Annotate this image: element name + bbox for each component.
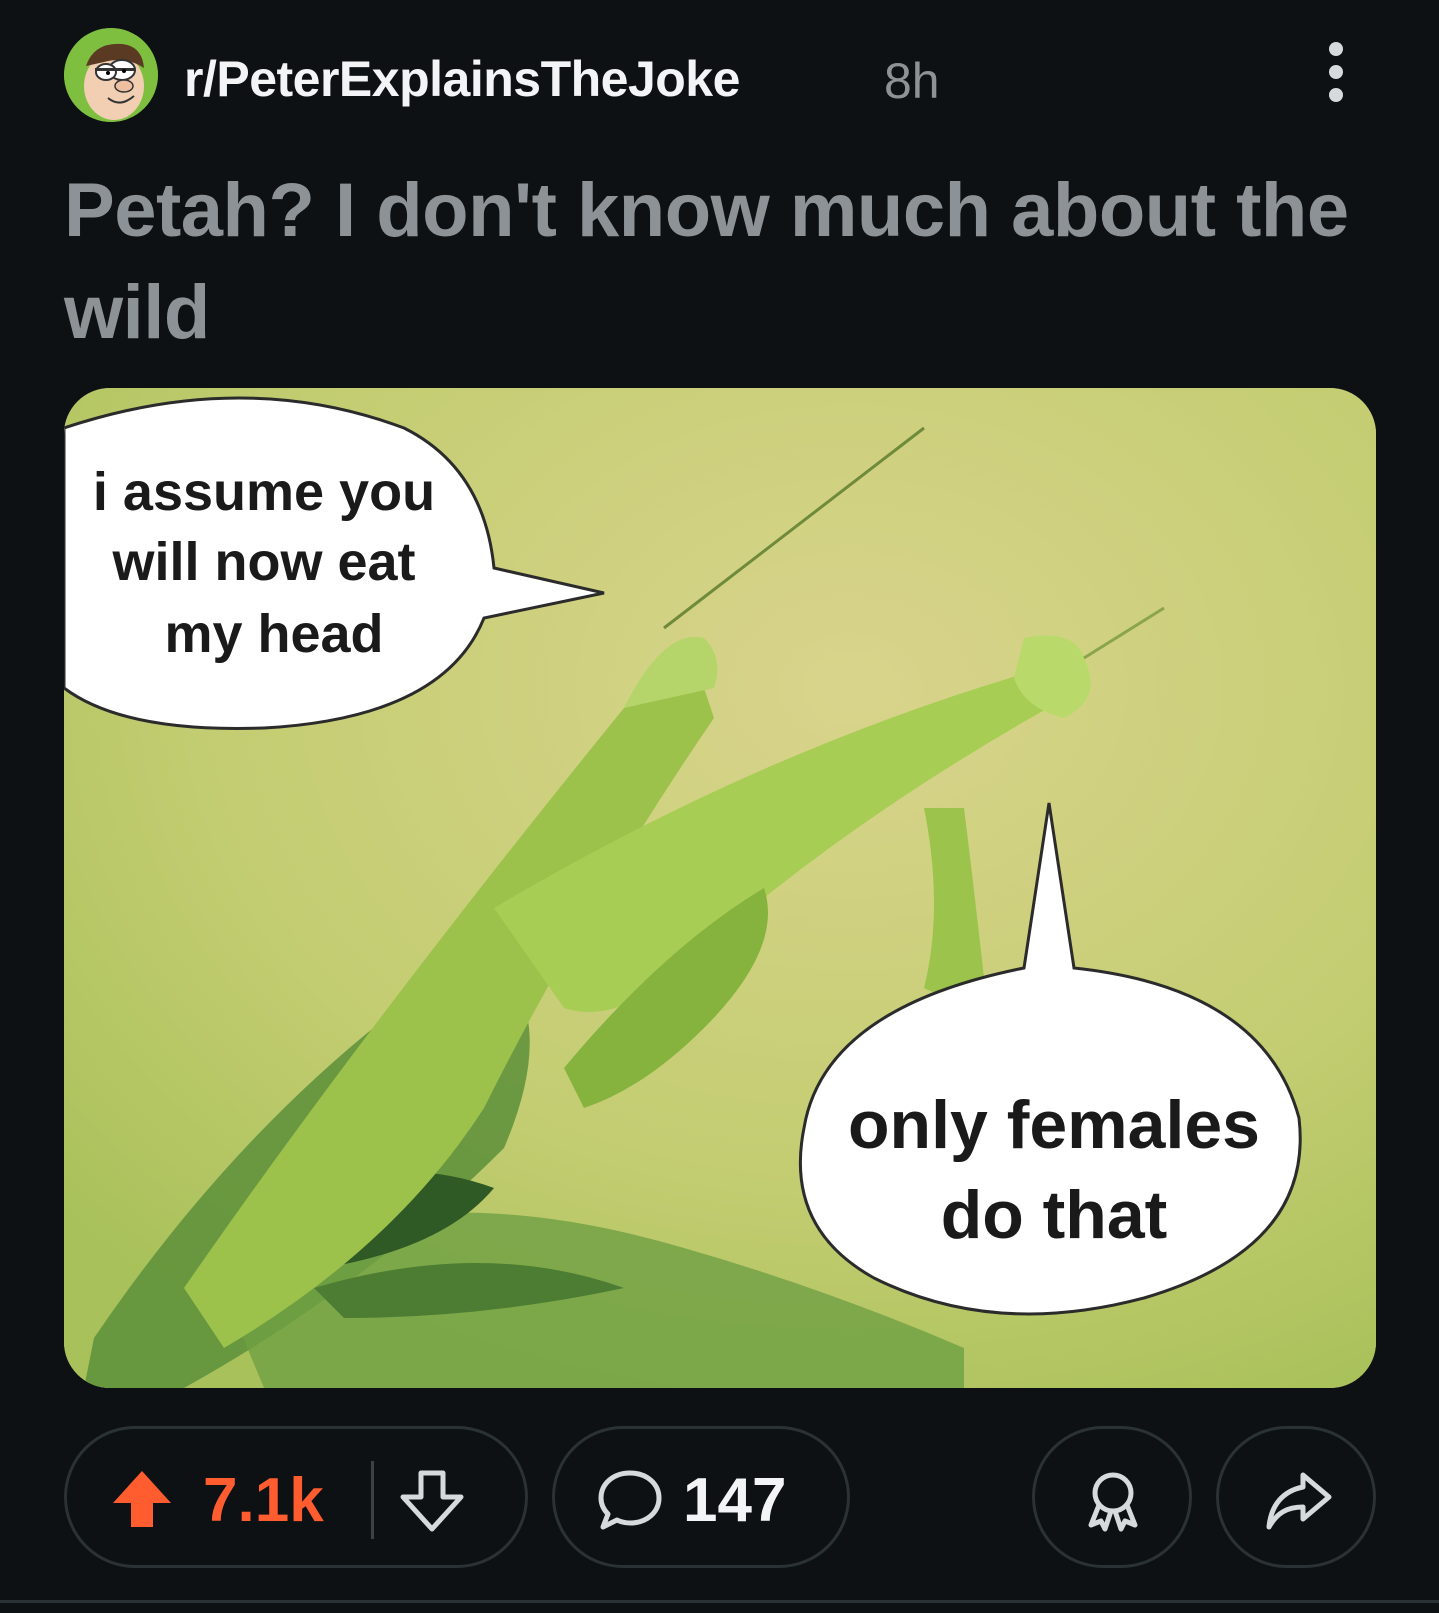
mantis-meme-image: i assume you will now eat my head only f… <box>64 388 1376 1388</box>
bubble-left-line-3: my head <box>164 604 383 664</box>
comment-count: 147 <box>683 1466 787 1535</box>
post-header: r/PeterExplainsTheJoke 8h <box>64 28 1384 128</box>
upvote-arrow-icon[interactable] <box>107 1465 177 1535</box>
post-title[interactable]: Petah? I don't know much about the wild <box>64 160 1364 364</box>
post-age: 8h <box>884 53 940 109</box>
peter-griffin-avatar-icon <box>64 28 158 122</box>
comment-bubble-icon <box>595 1465 665 1535</box>
downvote-arrow-icon[interactable] <box>397 1465 467 1535</box>
bubble-right-line-2: do that <box>941 1177 1168 1253</box>
bubble-right-line-1: only females <box>848 1087 1260 1163</box>
more-options-icon[interactable] <box>1316 42 1356 108</box>
vote-divider <box>371 1461 374 1539</box>
award-button[interactable] <box>1032 1426 1192 1568</box>
bubble-left-line-1: i assume you <box>93 462 435 522</box>
action-bar: 7.1k 147 <box>64 1426 1376 1570</box>
post-image[interactable]: i assume you will now eat my head only f… <box>64 388 1376 1388</box>
share-button[interactable] <box>1216 1426 1376 1568</box>
subreddit-avatar[interactable] <box>64 28 158 122</box>
comment-pill[interactable]: 147 <box>552 1426 850 1568</box>
vote-pill: 7.1k <box>64 1426 528 1568</box>
award-icon <box>1077 1465 1149 1537</box>
upvote-count: 7.1k <box>203 1466 324 1535</box>
feed-divider <box>0 1600 1439 1603</box>
subreddit-name[interactable]: r/PeterExplainsTheJoke <box>184 50 740 108</box>
share-arrow-icon <box>1261 1463 1335 1537</box>
bubble-left-line-2: will now eat <box>111 532 415 592</box>
